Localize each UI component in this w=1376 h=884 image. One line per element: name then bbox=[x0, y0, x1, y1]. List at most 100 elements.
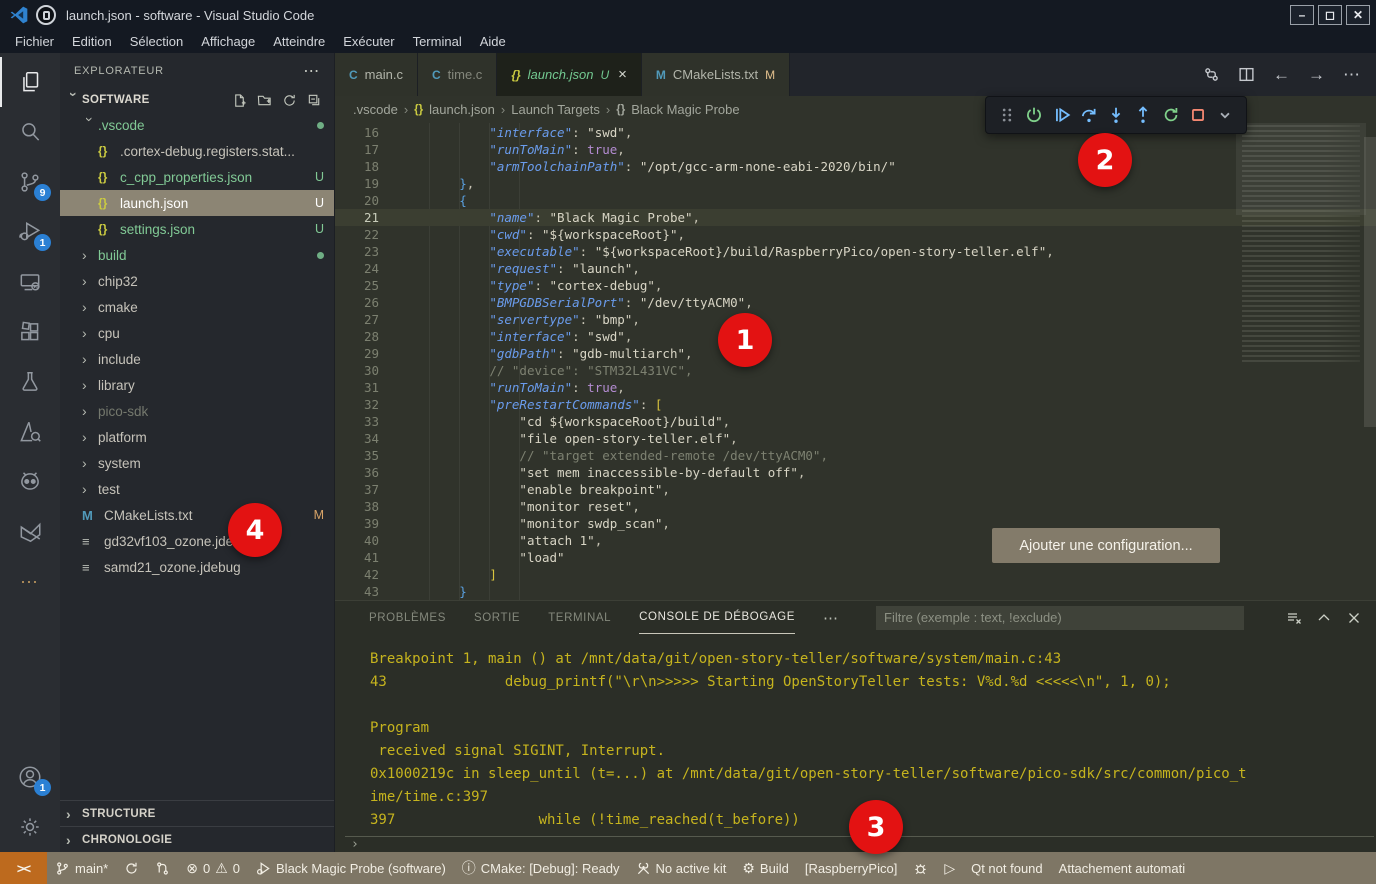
code-line-29[interactable]: 29 "gdbPath": "gdb-multiarch", bbox=[335, 345, 1376, 362]
code-line-38[interactable]: 38 "monitor reset", bbox=[335, 498, 1376, 515]
launch-button[interactable]: ▷ bbox=[936, 860, 963, 877]
sidebar-more-icon[interactable]: ⋯ bbox=[303, 61, 320, 81]
activity-search[interactable] bbox=[0, 107, 60, 157]
tree-item-build[interactable]: ›build bbox=[60, 242, 334, 268]
debug-target-status[interactable]: Black Magic Probe (software) bbox=[248, 861, 454, 876]
tree-item-system[interactable]: ›system bbox=[60, 450, 334, 476]
tree-item-chip32[interactable]: ›chip32 bbox=[60, 268, 334, 294]
debug-button[interactable] bbox=[905, 861, 936, 876]
debug-step-out-button[interactable] bbox=[1131, 101, 1155, 129]
toolbar-more-button[interactable] bbox=[1213, 101, 1237, 129]
code-line-34[interactable]: 34 "file open-story-teller.elf", bbox=[335, 430, 1376, 447]
tree-item-gd32vf103-ozone-jdebug[interactable]: ≡gd32vf103_ozone.jdebug bbox=[60, 528, 334, 554]
menu-affichage[interactable]: Affichage bbox=[192, 32, 264, 51]
build-variant[interactable]: [RaspberryPico] bbox=[797, 861, 905, 876]
activity-platformio[interactable] bbox=[0, 457, 60, 507]
attach-status[interactable]: Attachement automati bbox=[1051, 861, 1193, 876]
back-icon[interactable]: ← bbox=[1273, 65, 1290, 85]
collapse-all-icon[interactable] bbox=[307, 93, 322, 108]
activity-source-control[interactable]: 9 bbox=[0, 157, 60, 207]
activity-account[interactable]: 1 bbox=[0, 752, 60, 802]
problems-status[interactable]: ⊗ 0 ⚠ 0 bbox=[178, 860, 248, 877]
activity-settings[interactable] bbox=[0, 802, 60, 852]
activity-explorer[interactable] bbox=[0, 57, 60, 107]
breadcrumb-black-magic-probe[interactable]: Black Magic Probe bbox=[631, 102, 739, 117]
tree-item-cmakelists-txt[interactable]: MCMakeLists.txtM bbox=[60, 502, 334, 528]
code-line-28[interactable]: 28 "interface": "swd", bbox=[335, 328, 1376, 345]
toolbar-drag-grip[interactable] bbox=[995, 101, 1019, 129]
tree-item--cortex-debug-registers-stat-[interactable]: {}.cortex-debug.registers.stat... bbox=[60, 138, 334, 164]
code-line-21[interactable]: 21 "name": "Black Magic Probe", bbox=[335, 209, 1376, 226]
build-button[interactable]: ⚙ Build bbox=[734, 860, 796, 877]
tree-item-cpu[interactable]: ›cpu bbox=[60, 320, 334, 346]
debug-continue-button[interactable] bbox=[1050, 101, 1074, 129]
code-line-25[interactable]: 25 "type": "cortex-debug", bbox=[335, 277, 1376, 294]
code-line-26[interactable]: 26 "BMPGDBSerialPort": "/dev/ttyACM0", bbox=[335, 294, 1376, 311]
breadcrumb-vscode[interactable]: .vscode bbox=[353, 102, 398, 117]
tree-item-pico-sdk[interactable]: ›pico-sdk bbox=[60, 398, 334, 424]
activity-extensions[interactable] bbox=[0, 307, 60, 357]
menu-edition[interactable]: Edition bbox=[63, 32, 121, 51]
console-output[interactable]: Breakpoint 1, main () at /mnt/data/git/o… bbox=[335, 634, 1376, 836]
qt-status[interactable]: Qt not found bbox=[963, 861, 1051, 876]
split-editor-icon[interactable] bbox=[1238, 66, 1255, 83]
remote-indicator[interactable]: >< bbox=[0, 852, 47, 884]
tab-main-c[interactable]: C main.c bbox=[335, 53, 418, 96]
cmake-status[interactable]: ⓘ CMake: [Debug]: Ready bbox=[454, 858, 628, 878]
breadcrumb-launch-json[interactable]: launch.json bbox=[429, 102, 495, 117]
code-line-31[interactable]: 31 "runToMain": true, bbox=[335, 379, 1376, 396]
code-line-23[interactable]: 23 "executable": "${workspaceRoot}/build… bbox=[335, 243, 1376, 260]
tree-item--vscode[interactable]: ›.vscode bbox=[60, 112, 334, 138]
tab-problemes[interactable]: PROBLÈMES bbox=[369, 601, 446, 634]
new-file-icon[interactable] bbox=[232, 93, 247, 108]
section-software[interactable]: › SOFTWARE bbox=[60, 88, 334, 112]
add-configuration-button[interactable]: Ajouter une configuration... bbox=[992, 528, 1220, 563]
refresh-icon[interactable] bbox=[282, 93, 297, 108]
tree-item-test[interactable]: ›test bbox=[60, 476, 334, 502]
code-line-42[interactable]: 42 ] bbox=[335, 566, 1376, 583]
menu-terminal[interactable]: Terminal bbox=[404, 32, 471, 51]
code-line-17[interactable]: 17 "runToMain": true, bbox=[335, 141, 1376, 158]
debug-stop-button[interactable] bbox=[1186, 101, 1210, 129]
code-line-43[interactable]: 43 } bbox=[335, 583, 1376, 600]
activity-cmake[interactable] bbox=[0, 407, 60, 457]
tab-sortie[interactable]: SORTIE bbox=[474, 601, 520, 634]
section-structure[interactable]: › STRUCTURE bbox=[60, 800, 334, 826]
minimap-slider[interactable] bbox=[1236, 123, 1366, 215]
close-button[interactable]: ✕ bbox=[1346, 5, 1370, 25]
code-line-19[interactable]: 19 }, bbox=[335, 175, 1376, 192]
maximize-button[interactable]: ◻ bbox=[1318, 5, 1342, 25]
debug-step-into-button[interactable] bbox=[1104, 101, 1128, 129]
panel-more-icon[interactable]: ⋯ bbox=[823, 609, 838, 627]
activity-remote-explorer[interactable] bbox=[0, 257, 60, 307]
debug-filter-input[interactable] bbox=[876, 606, 1244, 630]
close-icon[interactable]: × bbox=[618, 66, 627, 83]
maximize-panel-icon[interactable] bbox=[1316, 610, 1332, 626]
code-line-35[interactable]: 35 // "target extended-remote /dev/ttyAC… bbox=[335, 447, 1376, 464]
tree-item-launch-json[interactable]: {}launch.jsonU bbox=[60, 190, 334, 216]
tree-item-include[interactable]: ›include bbox=[60, 346, 334, 372]
menu-aide[interactable]: Aide bbox=[471, 32, 515, 51]
code-line-32[interactable]: 32 "preRestartCommands": [ bbox=[335, 396, 1376, 413]
tree-item-c-cpp-properties-json[interactable]: {}c_cpp_properties.jsonU bbox=[60, 164, 334, 190]
forward-icon[interactable]: → bbox=[1308, 65, 1325, 85]
more-actions-icon[interactable]: ⋯ bbox=[1343, 65, 1360, 85]
menu-selection[interactable]: Sélection bbox=[121, 32, 192, 51]
activity-run-debug[interactable]: 1 bbox=[0, 207, 60, 257]
code-line-20[interactable]: 20 { bbox=[335, 192, 1376, 209]
activity-visual-studio[interactable] bbox=[0, 507, 60, 557]
code-line-22[interactable]: 22 "cwd": "${workspaceRoot}", bbox=[335, 226, 1376, 243]
code-line-24[interactable]: 24 "request": "launch", bbox=[335, 260, 1376, 277]
code-line-27[interactable]: 27 "servertype": "bmp", bbox=[335, 311, 1376, 328]
compare-button[interactable] bbox=[147, 861, 178, 876]
code-line-18[interactable]: 18 "armToolchainPath": "/opt/gcc-arm-non… bbox=[335, 158, 1376, 175]
menu-executer[interactable]: Exécuter bbox=[334, 32, 403, 51]
kit-status[interactable]: No active kit bbox=[628, 861, 735, 876]
menu-atteindre[interactable]: Atteindre bbox=[264, 32, 334, 51]
tree-item-platform[interactable]: ›platform bbox=[60, 424, 334, 450]
tree-item-samd21-ozone-jdebug[interactable]: ≡samd21_ozone.jdebug bbox=[60, 554, 334, 580]
activity-test-explorer[interactable] bbox=[0, 357, 60, 407]
debug-restart-button[interactable] bbox=[1159, 101, 1183, 129]
clear-console-icon[interactable] bbox=[1286, 610, 1302, 626]
tab-console-debogage[interactable]: CONSOLE DE DÉBOGAGE bbox=[639, 601, 795, 634]
